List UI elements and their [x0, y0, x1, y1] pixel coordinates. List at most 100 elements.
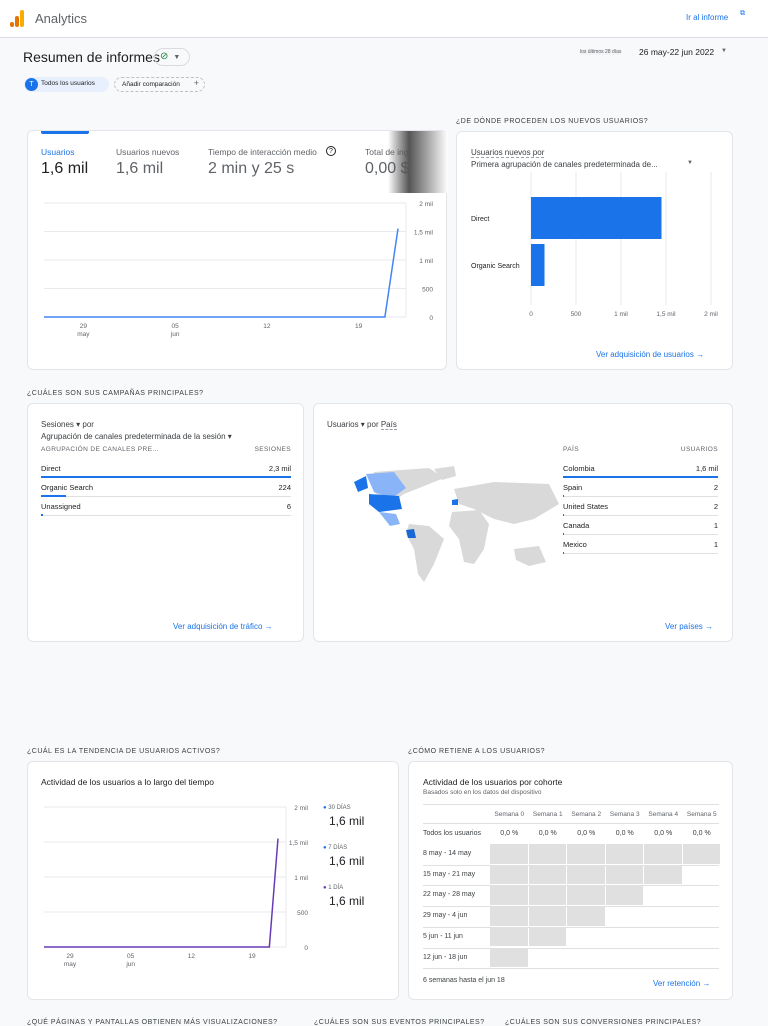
acquisition-bar-chart: 0 500 1 mil 1,5 mil 2 mil Direct Organic Searc… — [471, 172, 718, 318]
date-range-picker[interactable]: 26 may-22 jun 2022 — [639, 47, 714, 57]
card-title: Actividad de los usuarios a lo largo del… — [41, 777, 214, 787]
user-acquisition-link[interactable]: Ver adquisición de usuarios → — [596, 350, 704, 359]
all-users-value: 0,0 % — [615, 830, 634, 837]
x-tick-label: 500 — [571, 311, 582, 318]
retention-link[interactable]: Ver retención → — [653, 979, 710, 988]
traffic-acquisition-link[interactable]: Ver adquisición de tráfico → — [173, 622, 273, 631]
cohort-table: Semana 0 Semana 1 Semana 2 Semana 3 Semana 4… — [423, 804, 720, 972]
cohort-cell[interactable] — [528, 864, 566, 885]
metric-tab[interactable]: Tiempo de interacción medio 2 min y 25 s — [208, 147, 317, 178]
cohort-cell[interactable] — [528, 926, 566, 947]
section-heading: ¿Cuáles son sus eventos principales? — [314, 1019, 485, 1026]
cohort-cell[interactable] — [528, 906, 566, 926]
cohort-cell[interactable] — [490, 864, 528, 885]
section-heading: ¿De dónde proceden los nuevos usuarios? — [456, 118, 649, 125]
section-heading: ¿Cuál es la tendencia de usuarios activo… — [27, 748, 221, 755]
value-bar — [563, 552, 564, 554]
countries-table: PAÍS USUARIOS Colombia 1,6 mil Spain 2 United … — [563, 446, 718, 554]
series-line — [44, 228, 399, 318]
table-row[interactable]: Direct 2,3 mil — [41, 459, 291, 478]
x-tick-label: may — [77, 331, 90, 338]
add-comparison-button[interactable]: Añadir comparación + — [114, 77, 205, 92]
bar — [531, 197, 662, 239]
scroll-fade — [388, 131, 448, 193]
cohort-cell[interactable] — [644, 864, 682, 885]
dimension-selector[interactable]: Primera agrupación de canales predetermi… — [471, 160, 658, 169]
metric-selector[interactable]: Usuarios nuevos por — [471, 148, 545, 158]
caret-down-icon: ▼ — [687, 160, 693, 166]
status-dropdown[interactable]: ⊘ ▼ — [154, 48, 190, 66]
cohort-label: 29 may - 4 jun — [423, 912, 468, 920]
cohort-cell[interactable] — [567, 906, 605, 926]
metric-selector[interactable]: Sesiones ▾ por — [41, 420, 94, 429]
cohort-cell[interactable] — [605, 885, 643, 906]
x-tick-label: 12 — [263, 323, 271, 330]
y-tick-label: 0 — [304, 945, 308, 952]
cohort-label: 8 may - 14 may — [423, 850, 472, 857]
x-tick-label: may — [64, 961, 77, 968]
y-tick-label: 1,5 mil — [289, 840, 309, 847]
cohort-cell[interactable] — [567, 864, 605, 885]
users-overview-card: Usuarios 1,6 mil Usuarios nuevos 1,6 mil Tie… — [27, 130, 448, 370]
users-line-chart: 2 mil 1,5 mil 1 mil 500 0 29may 05jun 12 19 — [44, 201, 434, 338]
retention-card: Actividad de los usuarios por cohorte Ba… — [408, 761, 733, 1000]
table-row[interactable]: Colombia 1,6 mil — [563, 459, 718, 478]
active-users-line-chart: 2 mil 1,5 mil 1 mil 500 0 29may 05jun 12 19 — [44, 805, 309, 968]
table-row[interactable]: Organic Search 224 — [41, 478, 291, 497]
cohort-label: 5 jun - 11 jun — [423, 932, 463, 940]
x-tick-label: 1 mil — [614, 311, 628, 318]
cohort-cell[interactable] — [605, 844, 643, 864]
segment-label: Todos los usuarios — [41, 80, 95, 87]
table-row[interactable]: Mexico 1 — [563, 535, 718, 554]
plus-icon: + — [193, 78, 199, 88]
x-tick-label: 0 — [529, 311, 533, 318]
section-heading: ¿Cómo retiene a los usuarios? — [408, 748, 546, 755]
table-row[interactable]: United States 2 — [563, 497, 718, 516]
x-tick-label: 12 — [188, 953, 196, 960]
dimension-selector[interactable]: Agrupación de canales predeterminada de … — [41, 432, 232, 441]
card-subtitle: Basados solo en los datos del dispositiv… — [423, 789, 542, 796]
cohort-cell[interactable] — [490, 844, 528, 864]
week-header: Semana 5 — [686, 811, 717, 818]
metric-selector[interactable]: Usuarios ▾ por País — [327, 420, 397, 430]
countries-link[interactable]: Ver países → — [665, 622, 713, 631]
metric-tab[interactable]: Usuarios 1,6 mil — [41, 147, 88, 178]
metric-tab[interactable]: Usuarios nuevos 1,6 mil — [116, 147, 179, 178]
x-tick-label: 05 — [127, 953, 135, 960]
legend-item: ● 1 DÍA 1,6 mil — [323, 885, 365, 908]
table-row[interactable]: Unassigned 6 — [41, 497, 291, 516]
x-tick-label: 05 — [171, 323, 179, 330]
cohort-cell[interactable] — [644, 844, 682, 864]
x-tick-label: 29 — [80, 323, 88, 330]
date-label: los últimos 28 días — [580, 49, 622, 55]
table-row[interactable]: Spain 2 — [563, 478, 718, 497]
countries-card: Usuarios ▾ por País PAÍS USUARIOS Colombia… — [313, 403, 733, 642]
all-users-value: 0,0 % — [654, 830, 673, 837]
cohort-cell[interactable] — [567, 844, 605, 864]
cohort-cell[interactable] — [682, 844, 720, 864]
week-header: Semana 1 — [532, 811, 563, 818]
cohort-cell[interactable] — [490, 947, 528, 968]
table-row[interactable]: Canada 1 — [563, 516, 718, 535]
week-header: Semana 0 — [494, 811, 525, 818]
cohort-cell[interactable] — [490, 906, 528, 926]
legend-item: ● 30 DÍAS 1,6 mil — [323, 805, 365, 828]
go-to-report-link[interactable]: Ir al informe — [686, 13, 728, 22]
cohort-cell[interactable] — [490, 926, 528, 947]
x-tick-label: 2 mil — [704, 311, 718, 318]
cohort-cell[interactable] — [567, 885, 605, 906]
card-title: Actividad de los usuarios por cohorte — [423, 777, 563, 787]
segment-chip[interactable]: T Todos los usuarios — [24, 77, 109, 92]
week-header: Semana 2 — [571, 811, 602, 818]
campaigns-table: AGRUPACIÓN DE CANALES PRE... SESIONES Dire… — [41, 446, 291, 516]
cohort-cell[interactable] — [490, 885, 528, 906]
y-tick-label: 500 — [297, 910, 308, 917]
cohort-cell[interactable] — [528, 844, 566, 864]
help-icon[interactable]: ? — [326, 146, 336, 156]
active-users-card: Actividad de los usuarios a lo largo del… — [27, 761, 399, 1000]
caret-down-icon: ▼ — [721, 48, 727, 54]
external-link-icon: ⧉ — [740, 10, 745, 17]
analytics-logo-icon — [10, 10, 24, 27]
cohort-cell[interactable] — [605, 864, 643, 885]
cohort-cell[interactable] — [528, 885, 566, 906]
